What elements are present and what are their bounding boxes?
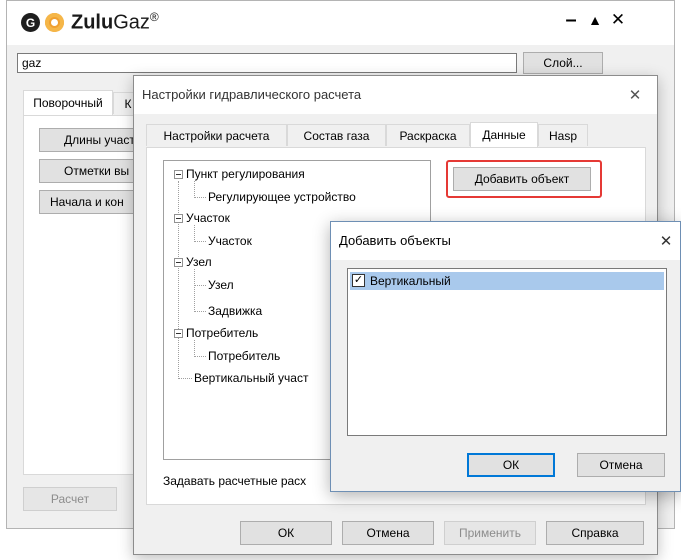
tree-node-regulating-device[interactable]: Регулирующее устройство <box>208 190 356 204</box>
add-ok-label: ОК <box>502 458 520 472</box>
tab-coloring[interactable]: Раскраска <box>386 124 470 146</box>
app-logo-icon: G <box>21 13 40 32</box>
title-bar: G ZuluGaz® – ▲ ✕ <box>7 1 674 45</box>
expand-collapse-icon[interactable] <box>174 170 183 179</box>
layer-button[interactable]: Слой... <box>523 52 603 74</box>
tab-label: Hasp <box>548 128 577 143</box>
button-label: Отметки вы <box>64 164 130 178</box>
apply-button[interactable]: Применить <box>444 521 536 545</box>
brand-ring-icon <box>45 13 64 32</box>
tab-label: Раскраска <box>399 128 457 143</box>
add-cancel-button[interactable]: Отмена <box>577 453 665 477</box>
minimize-button[interactable]: – <box>561 7 581 33</box>
calc-button-label: Расчет <box>50 492 90 506</box>
layer-name-field[interactable]: gaz <box>17 53 517 73</box>
close-icon: ✕ <box>659 233 673 250</box>
tree-node-consumer-group[interactable]: Потребитель <box>186 326 258 340</box>
tree-node-section[interactable]: Участок <box>208 234 252 248</box>
settings-dialog-titlebar: Настройки гидравлического расчета ✕ <box>134 76 657 114</box>
app-title-gaz: Gaz <box>113 11 150 34</box>
button-label: Начала и кон <box>50 195 124 209</box>
apply-label: Применить <box>458 526 521 540</box>
expand-collapse-icon[interactable] <box>174 329 183 338</box>
add-objects-dialog: Добавить объекты ✕ ✓ Вертикальный ОК Отм… <box>330 221 681 492</box>
settings-dialog-title: Настройки гидравлического расчета <box>142 87 362 102</box>
tab-label: Состав газа <box>303 128 370 143</box>
minimize-icon: – <box>565 8 577 31</box>
close-icon: ✕ <box>628 87 642 104</box>
tree-node-regulation-point[interactable]: Пункт регулирования <box>186 167 305 181</box>
add-objects-title: Добавить объекты <box>339 233 451 248</box>
calc-flows-label: Задавать расчетные расх <box>163 474 307 488</box>
add-cancel-label: Отмена <box>599 458 643 472</box>
close-button[interactable]: ✕ <box>607 7 629 33</box>
tree-node-vertical-section[interactable]: Вертикальный участ <box>194 371 308 385</box>
maximize-icon: ▲ <box>588 12 602 28</box>
layer-button-label: Слой... <box>543 56 583 70</box>
button-label: Длины участ <box>64 133 135 147</box>
add-object-button[interactable]: Добавить объект <box>453 167 591 191</box>
add-ok-button[interactable]: ОК <box>467 453 555 477</box>
tree-node-section-group[interactable]: Участок <box>186 211 230 225</box>
expand-collapse-icon[interactable] <box>174 214 183 223</box>
close-icon: ✕ <box>610 10 626 29</box>
expand-collapse-icon[interactable] <box>174 258 183 267</box>
layer-name-value: gaz <box>22 56 42 70</box>
objects-list[interactable]: ✓ Вертикальный <box>347 268 667 436</box>
checkbox-checked-icon[interactable]: ✓ <box>352 274 365 287</box>
app-title-brand: Zulu <box>71 11 114 34</box>
tab-hasp[interactable]: Hasp <box>538 124 588 146</box>
tree-node-node-group[interactable]: Узел <box>186 255 212 269</box>
tab-label: Данные <box>482 128 526 142</box>
tab-label: Настройки расчета <box>163 128 270 143</box>
help-button[interactable]: Справка <box>546 521 644 545</box>
tree-node-node[interactable]: Узел <box>208 278 234 292</box>
add-objects-close-button[interactable]: ✕ <box>655 230 677 252</box>
tab-label: К <box>124 96 132 111</box>
tree-node-valve[interactable]: Задвижка <box>208 304 262 318</box>
tab-calc-settings[interactable]: Настройки расчета <box>146 124 287 146</box>
logo-letter: G <box>25 15 36 30</box>
tab-label: Поворочный <box>33 96 103 110</box>
tab-gas-composition[interactable]: Состав газа <box>287 124 386 146</box>
app-title: ZuluGaz® <box>71 10 159 36</box>
registered-mark: ® <box>149 10 159 24</box>
ok-label: ОК <box>277 526 295 540</box>
cancel-label: Отмена <box>366 526 410 540</box>
calc-button[interactable]: Расчет <box>23 487 117 511</box>
cancel-button[interactable]: Отмена <box>342 521 434 545</box>
add-object-label: Добавить объект <box>474 172 570 186</box>
list-item-label: Вертикальный <box>370 274 451 288</box>
maximize-button[interactable]: ▲ <box>585 7 605 33</box>
settings-dialog-close-button[interactable]: ✕ <box>624 84 646 106</box>
ok-button[interactable]: ОК <box>240 521 332 545</box>
tab-data[interactable]: Данные <box>470 122 538 147</box>
tab-povorochny[interactable]: Поворочный <box>23 90 113 115</box>
add-objects-titlebar: Добавить объекты ✕ <box>331 222 680 260</box>
tree-node-consumer[interactable]: Потребитель <box>208 349 280 363</box>
list-item[interactable]: ✓ Вертикальный <box>350 272 664 290</box>
settings-tab-strip: Настройки расчета Состав газа Раскраска … <box>146 122 646 148</box>
help-label: Справка <box>571 526 619 540</box>
